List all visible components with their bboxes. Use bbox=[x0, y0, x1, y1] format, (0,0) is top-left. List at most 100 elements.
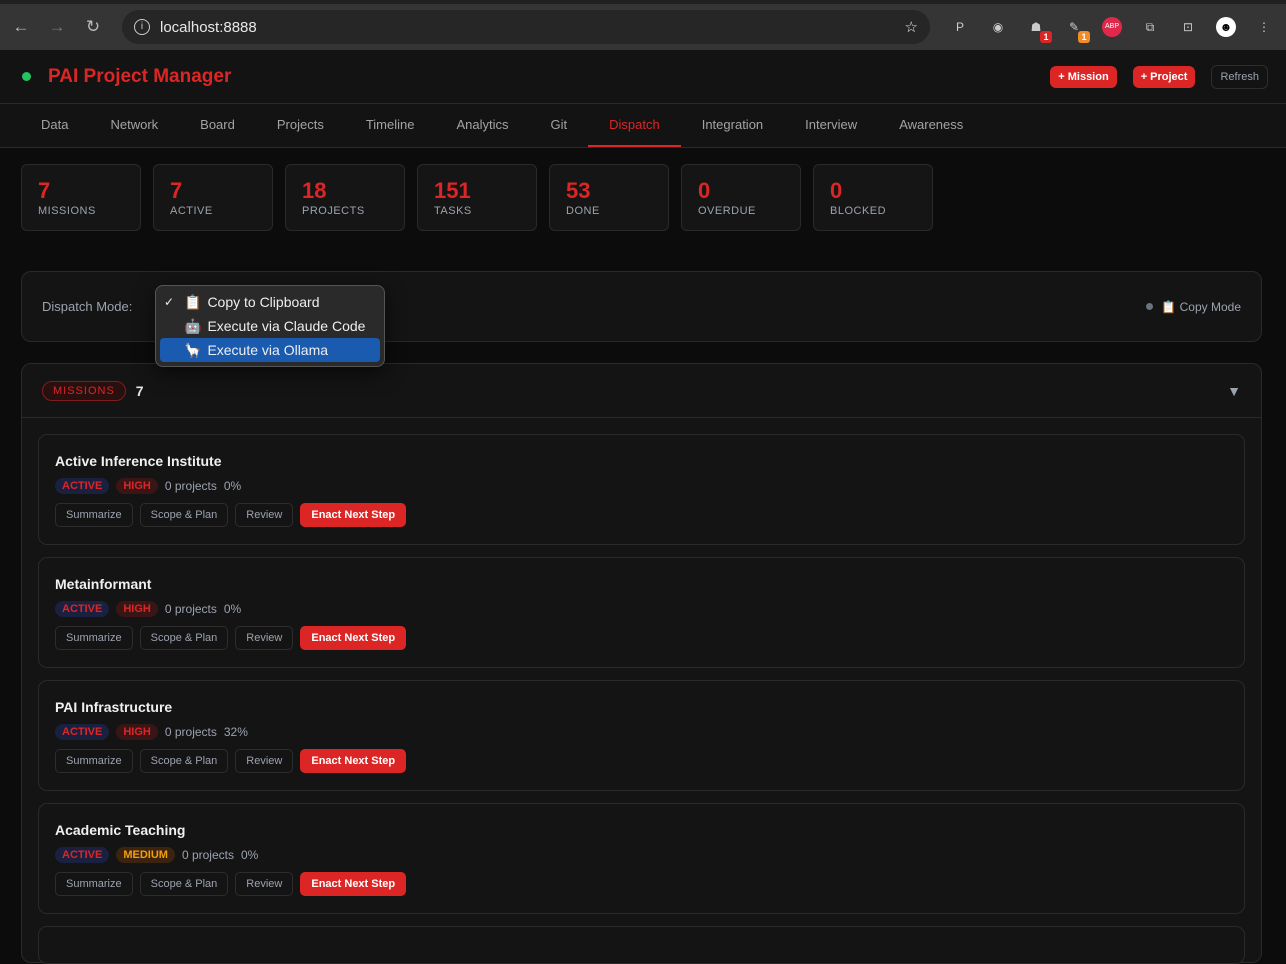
url-text[interactable]: localhost:8888 bbox=[160, 19, 895, 36]
stat-label: ACTIVE bbox=[170, 205, 213, 217]
bookmark-star-icon[interactable]: ☆ bbox=[905, 18, 918, 36]
extension-cat-icon[interactable]: ✎ 1 bbox=[1064, 17, 1090, 43]
status-badge: ACTIVE bbox=[55, 847, 110, 863]
stat-value: 0 bbox=[830, 178, 843, 203]
review-button[interactable]: Review bbox=[235, 503, 294, 527]
enact-next-step-button[interactable]: Enact Next Step bbox=[300, 749, 407, 773]
option-icon: 📋 bbox=[184, 293, 202, 310]
stat-card-overdue: 0 OVERDUE bbox=[681, 164, 801, 231]
mission-name: Metainformant bbox=[55, 576, 152, 592]
stat-label: TASKS bbox=[434, 205, 472, 217]
option-label: Execute via Claude Code bbox=[207, 318, 366, 334]
mission-name: PAI Infrastructure bbox=[55, 699, 173, 715]
profile-avatar-icon[interactable]: ☻ bbox=[1216, 17, 1236, 37]
missions-count: 7 bbox=[135, 382, 144, 399]
review-button[interactable]: Review bbox=[235, 872, 294, 896]
priority-badge: HIGH bbox=[116, 724, 158, 740]
review-button[interactable]: Review bbox=[235, 626, 294, 650]
tab-dispatch[interactable]: Dispatch bbox=[588, 104, 681, 147]
dispatch-option[interactable]: ✓ 📋 Copy to Clipboard bbox=[160, 290, 380, 314]
enact-next-step-button[interactable]: Enact Next Step bbox=[300, 503, 407, 527]
tab-git[interactable]: Git bbox=[530, 104, 589, 147]
mission-actions: Summarize Scope & Plan Review Enact Next St… bbox=[55, 749, 1228, 773]
stat-card-blocked: 0 BLOCKED bbox=[813, 164, 933, 231]
browser-toolbar: ← → ↻ i localhost:8888 ☆ P ◉ ☗ 1 ✎ 1 ABP ⧉… bbox=[0, 0, 1286, 50]
adblock-icon[interactable]: ABP bbox=[1102, 17, 1122, 37]
stat-label: BLOCKED bbox=[830, 205, 887, 217]
missions-header[interactable]: MISSIONS 7 ▼ bbox=[22, 364, 1261, 418]
missions-panel: MISSIONS 7 ▼ Active Inference Institute A… bbox=[21, 363, 1262, 964]
review-button[interactable]: Review bbox=[235, 749, 294, 773]
tab-integration[interactable]: Integration bbox=[681, 104, 784, 147]
app-title: PAI Project Manager bbox=[48, 65, 232, 87]
checkmark-icon: ✓ bbox=[164, 295, 175, 309]
summarize-button[interactable]: Summarize bbox=[55, 503, 133, 527]
enact-next-step-button[interactable]: Enact Next Step bbox=[300, 626, 407, 650]
dispatch-option[interactable]: 🦙 Execute via Ollama bbox=[160, 338, 380, 362]
extension-ghost-icon[interactable]: ☗ 1 bbox=[1026, 17, 1052, 43]
app-header: PAI Project Manager + Mission + Project … bbox=[0, 50, 1286, 104]
tab-projects[interactable]: Projects bbox=[256, 104, 345, 147]
mission-actions: Summarize Scope & Plan Review Enact Next St… bbox=[55, 872, 1228, 896]
refresh-button[interactable]: Refresh bbox=[1211, 64, 1268, 89]
mission-meta: ACTIVE HIGH 0 projects 0% bbox=[55, 478, 1228, 494]
tab-board[interactable]: Board bbox=[179, 104, 256, 147]
add-mission-button[interactable]: + Mission bbox=[1050, 65, 1117, 88]
option-icon: 🤖 bbox=[184, 317, 202, 334]
scope-plan-button[interactable]: Scope & Plan bbox=[139, 749, 229, 773]
extension-p-icon[interactable]: P bbox=[950, 17, 970, 37]
address-bar[interactable]: i localhost:8888 ☆ bbox=[122, 10, 930, 44]
dispatch-mode-status: 📋 Copy Mode bbox=[1161, 299, 1241, 314]
progress-percent: 0% bbox=[223, 479, 242, 493]
progress-percent: 32% bbox=[223, 725, 248, 739]
reload-icon[interactable]: ↻ bbox=[82, 17, 104, 37]
dispatch-mode-dropdown[interactable]: ✓ 📋 Copy to Clipboard 🤖 Execute via Claude C… bbox=[155, 285, 385, 367]
progress-percent: 0% bbox=[240, 848, 259, 862]
enact-next-step-button[interactable]: Enact Next Step bbox=[300, 872, 407, 896]
back-icon[interactable]: ← bbox=[10, 17, 32, 37]
add-project-button[interactable]: + Project bbox=[1132, 65, 1196, 88]
tab-awareness[interactable]: Awareness bbox=[878, 104, 984, 147]
project-count: 0 projects bbox=[181, 848, 234, 862]
status-dot-icon bbox=[22, 72, 31, 81]
tab-timeline[interactable]: Timeline bbox=[345, 104, 436, 147]
mission-actions: Summarize Scope & Plan Review Enact Next St… bbox=[55, 503, 1228, 527]
scope-plan-button[interactable]: Scope & Plan bbox=[139, 503, 229, 527]
menu-icon[interactable]: ⋮ bbox=[1254, 17, 1274, 37]
mission-meta: ACTIVE MEDIUM 0 projects 0% bbox=[55, 847, 1228, 863]
mission-actions: Summarize Scope & Plan Review Enact Next St… bbox=[55, 626, 1228, 650]
stat-value: 7 bbox=[170, 178, 183, 203]
status-badge: ACTIVE bbox=[55, 601, 110, 617]
summarize-button[interactable]: Summarize bbox=[55, 749, 133, 773]
mode-indicator-icon bbox=[1146, 303, 1154, 310]
status-badge: ACTIVE bbox=[55, 478, 110, 494]
mission-card: Academic Teaching ACTIVE MEDIUM 0 projects 0… bbox=[38, 803, 1245, 914]
stat-value: 18 bbox=[302, 178, 327, 203]
stat-value: 7 bbox=[38, 178, 51, 203]
option-label: Execute via Ollama bbox=[207, 342, 329, 358]
scope-plan-button[interactable]: Scope & Plan bbox=[139, 626, 229, 650]
extension-badge: 1 bbox=[1040, 31, 1052, 43]
priority-badge: HIGH bbox=[116, 601, 158, 617]
forward-icon[interactable]: → bbox=[46, 17, 68, 37]
dispatch-option[interactable]: 🤖 Execute via Claude Code bbox=[160, 314, 380, 338]
tab-interview[interactable]: Interview bbox=[784, 104, 878, 147]
collapse-caret-icon[interactable]: ▼ bbox=[1227, 383, 1241, 399]
extension-glasses-icon[interactable]: ◉ bbox=[988, 17, 1008, 37]
summarize-button[interactable]: Summarize bbox=[55, 626, 133, 650]
extensions-puzzle-icon[interactable]: ⧉ bbox=[1140, 17, 1160, 37]
mission-card bbox=[38, 926, 1245, 964]
summarize-button[interactable]: Summarize bbox=[55, 872, 133, 896]
tab-data[interactable]: Data bbox=[20, 104, 89, 147]
stat-value: 151 bbox=[434, 178, 471, 203]
main-nav: Data Network Board Projects Timeline Analytic… bbox=[0, 104, 1286, 148]
tab-network[interactable]: Network bbox=[89, 104, 179, 147]
scope-plan-button[interactable]: Scope & Plan bbox=[139, 872, 229, 896]
stat-card-missions: 7 MISSIONS bbox=[21, 164, 141, 231]
mission-card: Active Inference Institute ACTIVE HIGH 0 pr… bbox=[38, 434, 1245, 545]
status-badge: ACTIVE bbox=[55, 724, 110, 740]
tab-search-icon[interactable]: ⊡ bbox=[1178, 17, 1198, 37]
tab-analytics[interactable]: Analytics bbox=[435, 104, 529, 147]
info-icon[interactable]: i bbox=[134, 19, 150, 35]
stat-card-tasks: 151 TASKS bbox=[417, 164, 537, 231]
